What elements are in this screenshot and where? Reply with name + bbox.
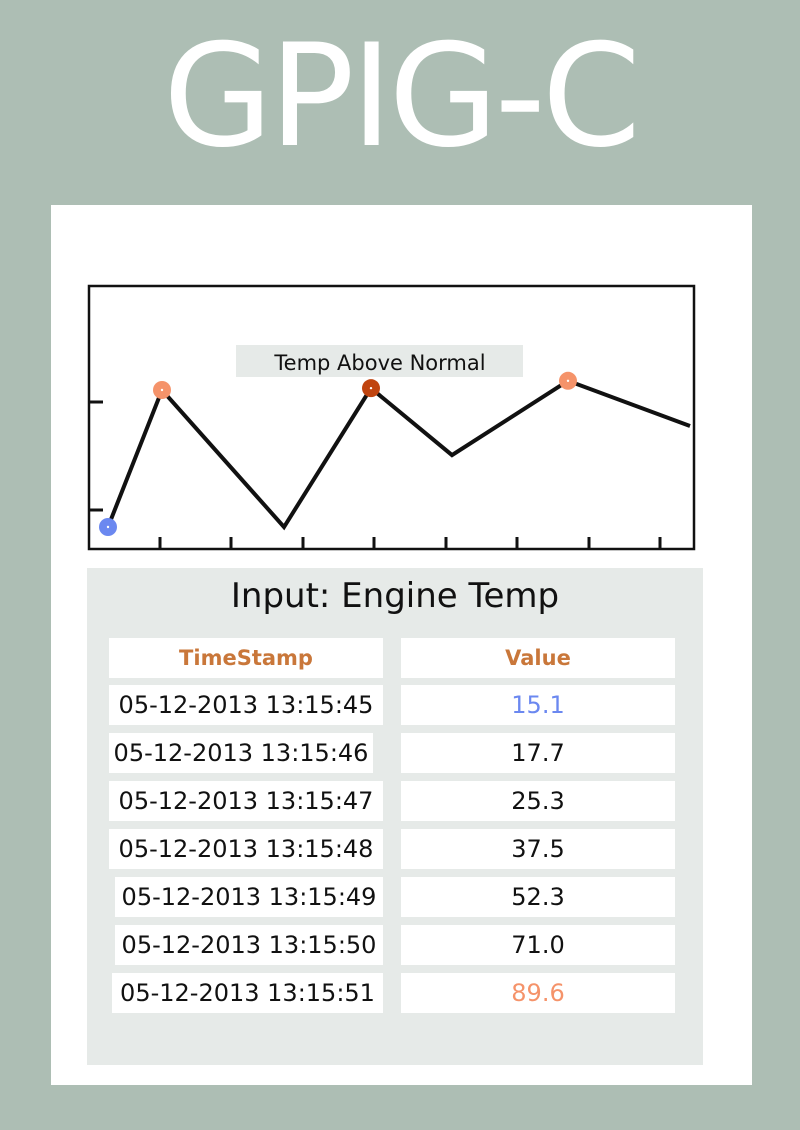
value-cell: 37.5 [401,829,675,869]
timestamp-cell: 05-12-2013 13:15:50 [115,925,383,965]
series-point-center [160,388,164,392]
value-cell: 25.3 [401,781,675,821]
timestamp-cell: 05-12-2013 13:15:49 [115,877,383,917]
value-cell: 15.1 [401,685,675,725]
timestamp-cell: 05-12-2013 13:15:51 [112,973,383,1013]
panel-title: Input: Engine Temp [230,576,560,616]
timestamp-cell: 05-12-2013 13:15:48 [109,829,383,869]
timestamp-cell: 05-12-2013 13:15:47 [109,781,383,821]
value-cell: 52.3 [401,877,675,917]
annotation-label: Temp Above Normal [273,351,485,375]
column-header-value: Value [401,638,675,678]
chart-frame [87,284,696,551]
column-header-timestamp: TimeStamp [109,638,383,678]
value-cell: 71.0 [401,925,675,965]
value-cell: 17.7 [401,733,675,773]
series-point-center [106,525,110,529]
timestamp-cell: 05-12-2013 13:15:46 [109,733,373,773]
timestamp-cell: 05-12-2013 13:15:45 [109,685,383,725]
series-point-center [369,386,373,390]
value-cell: 89.6 [401,973,675,1013]
series-point-center [566,379,570,383]
